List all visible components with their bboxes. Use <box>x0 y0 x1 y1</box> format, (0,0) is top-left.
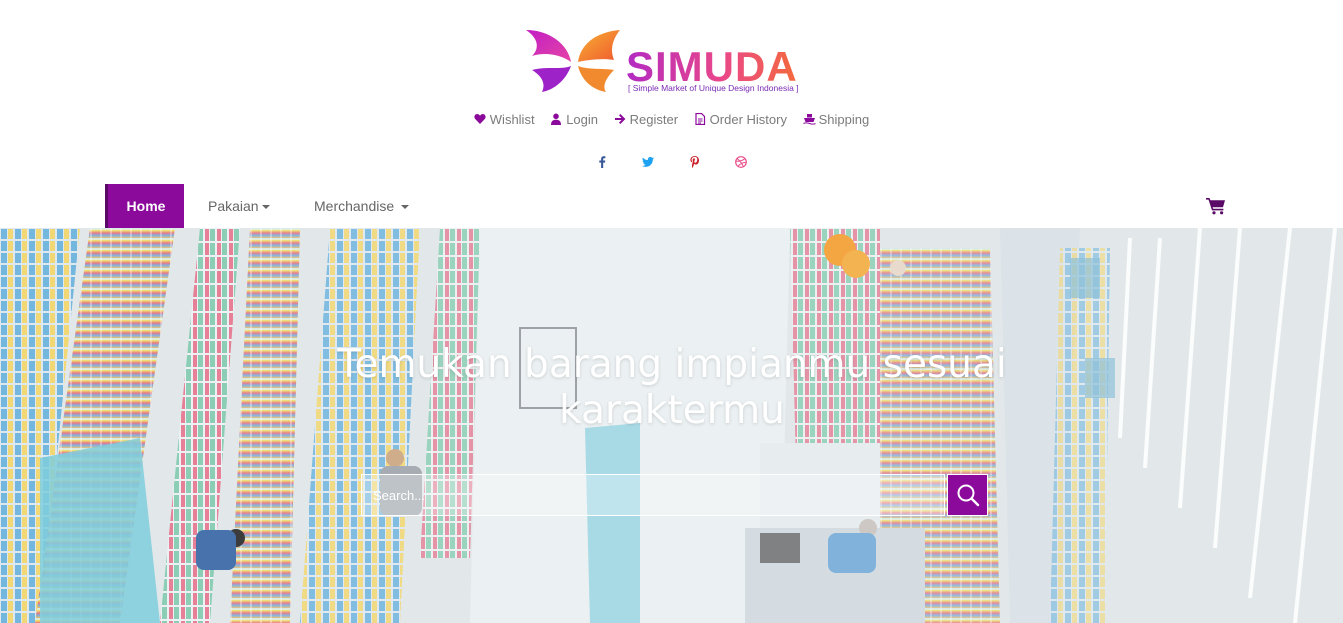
caret-down-icon <box>261 205 270 210</box>
search-input[interactable] <box>361 474 945 516</box>
site-header: SIMUDA [ Simple Market of Unique Design … <box>0 0 1343 228</box>
search-icon <box>957 484 980 507</box>
order-history-link[interactable]: Order History <box>694 111 787 129</box>
brand-tagline: [ Simple Market of Unique Design Indones… <box>628 83 799 93</box>
shipping-label: Shipping <box>818 112 870 127</box>
nav-pakaian-label: Pakaian <box>208 198 259 214</box>
nav-merchandise-label: Merchandise <box>314 198 395 214</box>
nav-home[interactable]: Home <box>105 184 184 228</box>
social-links <box>0 152 1343 170</box>
file-icon <box>694 113 706 125</box>
user-icon <box>550 113 562 125</box>
hero-banner: Temukan barang impianmu sesuai karakterm… <box>0 228 1343 623</box>
butterfly-logo-icon <box>526 30 620 92</box>
login-label: Login <box>566 112 598 127</box>
caret-down-icon <box>401 205 410 210</box>
wishlist-label: Wishlist <box>489 112 535 127</box>
nav-merchandise-dropdown[interactable]: Merchandise <box>314 184 410 228</box>
wishlist-link[interactable]: Wishlist <box>474 111 535 129</box>
login-link[interactable]: Login <box>550 111 598 129</box>
shipping-link[interactable]: Shipping <box>802 111 870 129</box>
facebook-icon[interactable] <box>581 152 623 170</box>
search-button[interactable] <box>947 474 988 516</box>
order-history-label: Order History <box>709 112 787 127</box>
heart-icon <box>474 113 486 125</box>
ship-icon <box>802 113 816 125</box>
register-label: Register <box>629 112 679 127</box>
shopping-cart-icon[interactable] <box>1206 197 1226 215</box>
twitter-icon[interactable] <box>627 152 669 170</box>
register-link[interactable]: Register <box>614 111 678 129</box>
brand-logo[interactable]: SIMUDA [ Simple Market of Unique Design … <box>524 26 824 98</box>
arrow-right-icon <box>614 113 626 125</box>
top-menu: Wishlist Login Register Order History Sh… <box>0 111 1343 129</box>
main-navbar: Home Pakaian Merchandise <box>105 184 1235 228</box>
nav-pakaian-dropdown[interactable]: Pakaian <box>208 184 270 228</box>
dribbble-icon[interactable] <box>720 152 762 170</box>
hero-title: Temukan barang impianmu sesuai karakterm… <box>337 342 1007 433</box>
pinterest-icon[interactable] <box>674 152 716 170</box>
